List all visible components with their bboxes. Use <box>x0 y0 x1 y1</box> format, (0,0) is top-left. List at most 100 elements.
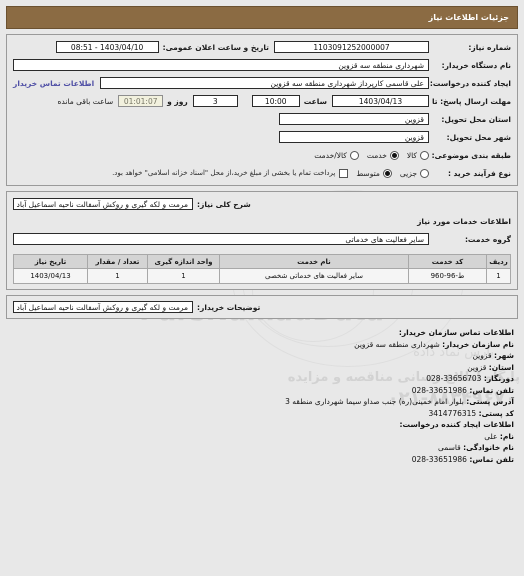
creator-label: ایجاد کننده درخواست: <box>429 78 511 88</box>
province-label: استان محل تحویل: <box>441 114 511 124</box>
page-title: جزئیات اطلاعات نیاز <box>6 6 518 29</box>
announce-datetime-field[interactable]: 1403/04/10 - 08:51 <box>55 41 159 53</box>
cell-need-date: 1403/04/13 <box>13 268 88 284</box>
need-info-panel: شماره نیاز: 1103091252000007 تاریخ و ساع… <box>6 34 518 186</box>
contact-creator-title: اطلاعات ایجاد کننده درخواست: <box>399 420 515 429</box>
summary-field[interactable]: مرمت و لکه گیری و روکش آسفالت ناحیه اسما… <box>13 198 193 210</box>
contact-address-value: بلوار امام خمینی(ره) جنب صداو سیما شهردا… <box>285 397 464 406</box>
services-table: ردیف کد خدمت نام خدمت واحد اندازه گیری ت… <box>13 254 511 284</box>
table-row: 1 ط-96-960 سایر فعالیت های خدماتی شخصی 1… <box>13 268 511 284</box>
remaining-days-field[interactable]: 3 <box>192 95 238 107</box>
contact-creator-phone-line: تلفن تماس: 33651986-028 <box>6 454 514 466</box>
contact-address-key: آدرس پستی: <box>466 397 514 406</box>
contact-firstname-key: نام: <box>499 431 514 441</box>
buyer-notes-field[interactable]: مرمت و لکه گیری و روکش آسفالت ناحیه اسما… <box>13 301 193 313</box>
classification-radio-khedmat[interactable] <box>389 150 399 160</box>
need-number-row: شماره نیاز: 1103091252000007 تاریخ و ساع… <box>13 40 511 54</box>
process-label-jozii: جزیی <box>399 168 417 178</box>
col-quantity: تعداد / مقدار <box>87 254 148 269</box>
need-number-label: شماره نیاز: <box>468 42 511 52</box>
city-row: شهر محل تحویل: قزوین <box>13 130 511 144</box>
summary-label: شرح کلی نیاز: <box>197 199 251 209</box>
contact-postal-key: کد پستی: <box>478 408 514 418</box>
table-header-row: ردیف کد خدمت نام خدمت واحد اندازه گیری ت… <box>13 254 511 269</box>
cell-service-name: سایر فعالیت های خدماتی شخصی <box>219 268 409 284</box>
contact-firstname-line: نام: علی <box>6 431 514 443</box>
contact-phone-key: تلفن تماس: <box>469 385 514 395</box>
announce-datetime-label: تاریخ و ساعت اعلان عمومی: <box>162 42 269 52</box>
cell-radif: 1 <box>486 268 511 284</box>
process-label-motevaset: متوسط <box>356 168 380 178</box>
classification-radio-kala[interactable] <box>420 150 429 160</box>
contact-province-value: قزوین <box>467 362 487 372</box>
contact-block: اطلاعات تماس سازمان خریدار: نام سازمان خ… <box>6 327 518 465</box>
classification-row: طبقه بندی موضوعی: کالا خدمت کالا/خدمت <box>13 148 511 162</box>
contact-province-key: استان: <box>488 362 514 372</box>
city-label: شهر محل تحویل: <box>446 132 511 142</box>
services-section-title: اطلاعات خدمات مورد نیاز <box>417 217 511 226</box>
contact-fax-line: دورنگار: 33656703-028 <box>6 373 514 385</box>
contact-city-value: قزوین <box>472 351 492 360</box>
buyer-notes-panel: توضیحات خریدار: مرمت و لکه گیری و روکش آ… <box>6 295 518 319</box>
treasury-docs-label: پرداخت تمام یا بخشی از مبلغ خرید،از محل … <box>112 169 336 177</box>
contact-org-title: اطلاعات تماس سازمان خریدار: <box>398 328 514 337</box>
province-field[interactable]: قزوین <box>279 113 429 125</box>
buyer-org-row: نام دستگاه خریدار: شهرداری منطقه سه قزوی… <box>13 58 511 72</box>
countdown-timer: 01:01:07 <box>118 95 164 107</box>
classification-radio-kala-khedmat[interactable] <box>349 150 359 160</box>
contact-city-line: شهر: قزوین <box>6 350 514 362</box>
contact-creator-phone-value: 33651986-028 <box>411 454 467 464</box>
classification-label-kala-khedmat: کالا/خدمت <box>314 150 347 160</box>
col-unit: واحد اندازه گیری <box>147 254 220 269</box>
creator-row: ایجاد کننده درخواست: علی قاسمی کارپرداز … <box>13 76 511 90</box>
description-panel: شرح کلی نیاز: مرمت و لکه گیری و روکش آسف… <box>6 191 518 290</box>
buyer-org-field[interactable]: شهرداری منطقه سه قزوین <box>13 59 429 71</box>
contact-lastname-key: نام خانوادگی: <box>463 443 514 452</box>
classification-label-khedmat: خدمت <box>366 150 387 160</box>
contact-org-name-key: نام سازمان خریدار: <box>442 339 514 349</box>
col-service-code: کد خدمت <box>408 254 487 269</box>
col-service-name: نام خدمت <box>219 254 409 269</box>
page-container: جزئیات اطلاعات نیاز شماره نیاز: 11030912… <box>0 0 524 465</box>
classification-label: طبقه بندی موضوعی: <box>431 150 511 160</box>
buyer-notes-label: توضیحات خریدار: <box>197 302 261 312</box>
contact-province-line: استان: قزوین <box>6 362 514 374</box>
col-radif: ردیف <box>486 254 511 269</box>
need-number-field[interactable]: 1103091252000007 <box>274 41 429 53</box>
city-field[interactable]: قزوین <box>279 131 429 143</box>
contact-phone-line: تلفن تماس: 33651986-028 <box>6 385 514 397</box>
buyer-notes-row: توضیحات خریدار: مرمت و لکه گیری و روکش آ… <box>13 300 511 314</box>
province-row: استان محل تحویل: قزوین <box>13 112 511 126</box>
buyer-contact-link[interactable]: اطلاعات تماس خریدار <box>13 79 100 88</box>
buyer-org-label: نام دستگاه خریدار: <box>441 60 511 70</box>
contact-postal-value: 3414776315 <box>428 408 477 418</box>
summary-row: شرح کلی نیاز: مرمت و لکه گیری و روکش آسف… <box>13 197 511 211</box>
deadline-date-field[interactable]: 1403/04/13 <box>332 95 429 107</box>
contact-fax-key: دورنگار: <box>483 374 514 383</box>
contact-firstname-value: علی <box>484 431 498 441</box>
service-group-row: گروه خدمت: سایر فعالیت های خدماتی <box>13 232 511 246</box>
contact-address-line: آدرس پستی: بلوار امام خمینی(ره) جنب صداو… <box>6 396 514 408</box>
contact-postal-line: کد پستی: 3414776315 <box>6 408 514 420</box>
process-type-label: نوع فرآیند خرید : <box>447 168 511 178</box>
classification-label-kala: کالا <box>406 150 417 160</box>
cell-quantity: 1 <box>87 268 148 284</box>
process-radio-motevaset[interactable] <box>382 168 392 178</box>
contact-city-key: شهر: <box>494 351 514 360</box>
contact-org-name-value: شهرداری منطقه سه قزوین <box>354 339 440 349</box>
contact-fax-value: 33656703-028 <box>426 374 482 383</box>
cell-service-code: ط-96-960 <box>408 268 487 284</box>
deadline-hour-field[interactable]: 10:00 <box>251 95 300 107</box>
contact-lastname-line: نام خانوادگی: قاسمی <box>6 442 514 454</box>
service-group-field[interactable]: سایر فعالیت های خدماتی <box>13 233 429 245</box>
contact-lastname-value: قاسمی <box>438 443 461 452</box>
countdown-label: ساعت باقی مانده <box>57 96 114 106</box>
contact-creator-phone-key: تلفن تماس: <box>469 454 514 464</box>
treasury-docs-checkbox[interactable] <box>339 168 349 178</box>
creator-field[interactable]: علی قاسمی کارپرداز شهرداری منطقه سه قزوی… <box>100 77 429 89</box>
process-radio-jozii[interactable] <box>420 168 429 178</box>
deadline-row: مهلت ارسال پاسخ: تا تاریخ: 1403/04/13 سا… <box>13 94 511 108</box>
cell-unit: 1 <box>147 268 220 284</box>
col-need-date: تاریخ نیاز <box>13 254 88 269</box>
service-group-label: گروه خدمت: <box>464 234 511 244</box>
